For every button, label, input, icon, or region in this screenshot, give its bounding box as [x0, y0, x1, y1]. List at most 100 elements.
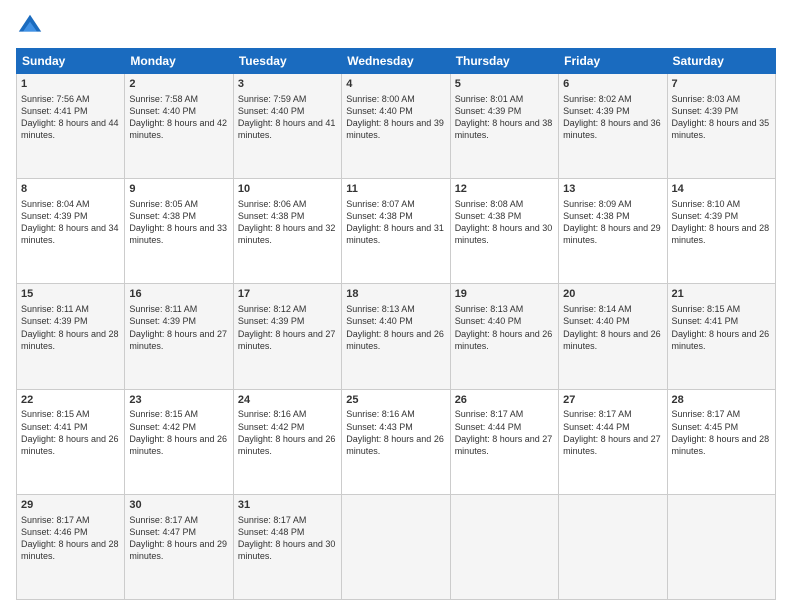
daylight-hours: Daylight: 8 hours and 26 minutes.	[346, 329, 444, 351]
calendar-day-cell: 10Sunrise: 8:06 AMSunset: 4:38 PMDayligh…	[233, 179, 341, 284]
sunset-time: Sunset: 4:40 PM	[129, 106, 196, 116]
calendar-day-cell: 18Sunrise: 8:13 AMSunset: 4:40 PMDayligh…	[342, 284, 450, 389]
sunset-time: Sunset: 4:46 PM	[21, 527, 88, 537]
sunrise-time: Sunrise: 8:05 AM	[129, 199, 198, 209]
sunrise-time: Sunrise: 7:59 AM	[238, 94, 307, 104]
sunrise-time: Sunrise: 8:15 AM	[672, 304, 741, 314]
calendar-day-cell: 22Sunrise: 8:15 AMSunset: 4:41 PMDayligh…	[17, 389, 125, 494]
calendar-header-tuesday: Tuesday	[233, 49, 341, 74]
sunrise-time: Sunrise: 8:07 AM	[346, 199, 415, 209]
day-number: 12	[455, 182, 554, 197]
calendar-empty-cell	[450, 494, 558, 599]
sunrise-time: Sunrise: 8:16 AM	[346, 409, 415, 419]
sunrise-time: Sunrise: 8:01 AM	[455, 94, 524, 104]
sunset-time: Sunset: 4:39 PM	[672, 106, 739, 116]
calendar-week-row: 22Sunrise: 8:15 AMSunset: 4:41 PMDayligh…	[17, 389, 776, 494]
daylight-hours: Daylight: 8 hours and 28 minutes.	[672, 223, 770, 245]
day-number: 3	[238, 77, 337, 92]
sunset-time: Sunset: 4:39 PM	[21, 316, 88, 326]
sunset-time: Sunset: 4:41 PM	[21, 106, 88, 116]
calendar-day-cell: 2Sunrise: 7:58 AMSunset: 4:40 PMDaylight…	[125, 74, 233, 179]
daylight-hours: Daylight: 8 hours and 34 minutes.	[21, 223, 119, 245]
day-number: 14	[672, 182, 771, 197]
sunrise-time: Sunrise: 8:00 AM	[346, 94, 415, 104]
daylight-hours: Daylight: 8 hours and 31 minutes.	[346, 223, 444, 245]
sunset-time: Sunset: 4:39 PM	[238, 316, 305, 326]
calendar-day-cell: 13Sunrise: 8:09 AMSunset: 4:38 PMDayligh…	[559, 179, 667, 284]
logo	[16, 12, 48, 40]
sunset-time: Sunset: 4:38 PM	[129, 211, 196, 221]
calendar-day-cell: 12Sunrise: 8:08 AMSunset: 4:38 PMDayligh…	[450, 179, 558, 284]
sunset-time: Sunset: 4:40 PM	[346, 316, 413, 326]
day-number: 30	[129, 498, 228, 513]
day-number: 10	[238, 182, 337, 197]
day-number: 2	[129, 77, 228, 92]
sunset-time: Sunset: 4:47 PM	[129, 527, 196, 537]
day-number: 5	[455, 77, 554, 92]
calendar-day-cell: 21Sunrise: 8:15 AMSunset: 4:41 PMDayligh…	[667, 284, 775, 389]
calendar-day-cell: 16Sunrise: 8:11 AMSunset: 4:39 PMDayligh…	[125, 284, 233, 389]
sunrise-time: Sunrise: 8:14 AM	[563, 304, 632, 314]
sunset-time: Sunset: 4:39 PM	[21, 211, 88, 221]
calendar-day-cell: 28Sunrise: 8:17 AMSunset: 4:45 PMDayligh…	[667, 389, 775, 494]
day-number: 17	[238, 287, 337, 302]
day-number: 6	[563, 77, 662, 92]
calendar-day-cell: 1Sunrise: 7:56 AMSunset: 4:41 PMDaylight…	[17, 74, 125, 179]
day-number: 8	[21, 182, 120, 197]
calendar-header-friday: Friday	[559, 49, 667, 74]
sunrise-time: Sunrise: 8:13 AM	[346, 304, 415, 314]
header	[16, 12, 776, 40]
daylight-hours: Daylight: 8 hours and 33 minutes.	[129, 223, 227, 245]
calendar-header-sunday: Sunday	[17, 49, 125, 74]
calendar-day-cell: 11Sunrise: 8:07 AMSunset: 4:38 PMDayligh…	[342, 179, 450, 284]
day-number: 25	[346, 393, 445, 408]
daylight-hours: Daylight: 8 hours and 30 minutes.	[238, 539, 336, 561]
sunrise-time: Sunrise: 8:13 AM	[455, 304, 524, 314]
calendar-day-cell: 4Sunrise: 8:00 AMSunset: 4:40 PMDaylight…	[342, 74, 450, 179]
sunrise-time: Sunrise: 8:17 AM	[672, 409, 741, 419]
daylight-hours: Daylight: 8 hours and 39 minutes.	[346, 118, 444, 140]
sunrise-time: Sunrise: 8:17 AM	[563, 409, 632, 419]
calendar-day-cell: 29Sunrise: 8:17 AMSunset: 4:46 PMDayligh…	[17, 494, 125, 599]
sunset-time: Sunset: 4:40 PM	[346, 106, 413, 116]
calendar-day-cell: 6Sunrise: 8:02 AMSunset: 4:39 PMDaylight…	[559, 74, 667, 179]
calendar-week-row: 8Sunrise: 8:04 AMSunset: 4:39 PMDaylight…	[17, 179, 776, 284]
sunset-time: Sunset: 4:48 PM	[238, 527, 305, 537]
calendar-week-row: 1Sunrise: 7:56 AMSunset: 4:41 PMDaylight…	[17, 74, 776, 179]
calendar-header-thursday: Thursday	[450, 49, 558, 74]
sunrise-time: Sunrise: 8:16 AM	[238, 409, 307, 419]
daylight-hours: Daylight: 8 hours and 27 minutes.	[238, 329, 336, 351]
day-number: 22	[21, 393, 120, 408]
day-number: 19	[455, 287, 554, 302]
calendar-day-cell: 3Sunrise: 7:59 AMSunset: 4:40 PMDaylight…	[233, 74, 341, 179]
day-number: 23	[129, 393, 228, 408]
calendar-day-cell: 30Sunrise: 8:17 AMSunset: 4:47 PMDayligh…	[125, 494, 233, 599]
daylight-hours: Daylight: 8 hours and 26 minutes.	[563, 329, 661, 351]
daylight-hours: Daylight: 8 hours and 44 minutes.	[21, 118, 119, 140]
calendar-day-cell: 17Sunrise: 8:12 AMSunset: 4:39 PMDayligh…	[233, 284, 341, 389]
sunset-time: Sunset: 4:42 PM	[129, 422, 196, 432]
sunset-time: Sunset: 4:39 PM	[672, 211, 739, 221]
sunrise-time: Sunrise: 7:56 AM	[21, 94, 90, 104]
sunrise-time: Sunrise: 8:10 AM	[672, 199, 741, 209]
sunrise-time: Sunrise: 8:11 AM	[21, 304, 89, 314]
day-number: 31	[238, 498, 337, 513]
sunset-time: Sunset: 4:38 PM	[238, 211, 305, 221]
daylight-hours: Daylight: 8 hours and 41 minutes.	[238, 118, 336, 140]
calendar-day-cell: 25Sunrise: 8:16 AMSunset: 4:43 PMDayligh…	[342, 389, 450, 494]
sunset-time: Sunset: 4:40 PM	[455, 316, 522, 326]
sunrise-time: Sunrise: 8:03 AM	[672, 94, 741, 104]
calendar-day-cell: 27Sunrise: 8:17 AMSunset: 4:44 PMDayligh…	[559, 389, 667, 494]
daylight-hours: Daylight: 8 hours and 26 minutes.	[346, 434, 444, 456]
sunrise-time: Sunrise: 8:17 AM	[455, 409, 524, 419]
sunset-time: Sunset: 4:45 PM	[672, 422, 739, 432]
sunset-time: Sunset: 4:40 PM	[563, 316, 630, 326]
calendar-day-cell: 23Sunrise: 8:15 AMSunset: 4:42 PMDayligh…	[125, 389, 233, 494]
daylight-hours: Daylight: 8 hours and 28 minutes.	[21, 539, 119, 561]
calendar-day-cell: 20Sunrise: 8:14 AMSunset: 4:40 PMDayligh…	[559, 284, 667, 389]
daylight-hours: Daylight: 8 hours and 35 minutes.	[672, 118, 770, 140]
sunrise-time: Sunrise: 8:06 AM	[238, 199, 307, 209]
sunrise-time: Sunrise: 8:17 AM	[238, 515, 307, 525]
day-number: 24	[238, 393, 337, 408]
sunrise-time: Sunrise: 8:11 AM	[129, 304, 197, 314]
